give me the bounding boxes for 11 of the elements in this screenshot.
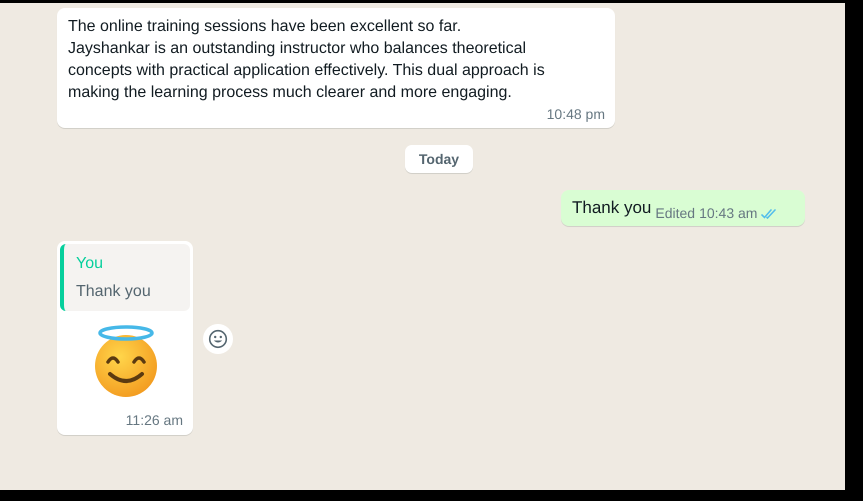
message-time: 10:48 pm bbox=[546, 106, 605, 122]
message-text: Thank you bbox=[572, 197, 652, 219]
react-button[interactable] bbox=[203, 324, 233, 354]
quoted-message[interactable]: You Thank you bbox=[60, 244, 190, 311]
message-text: The online training sessions have been excellent so far. Jayshankar is an outstanding instructor who balances theoretical concepts with practical application effectively. This dual approach is making the learning process much clearer and more engaging. bbox=[68, 17, 546, 103]
message-time: 10:43 am bbox=[699, 205, 758, 221]
edited-label: Edited bbox=[655, 205, 696, 221]
quote-text: Thank you bbox=[76, 282, 152, 302]
quote-author: You bbox=[76, 254, 104, 274]
date-chip: Today bbox=[404, 145, 474, 173]
message-time: 11:26 am bbox=[124, 412, 184, 428]
